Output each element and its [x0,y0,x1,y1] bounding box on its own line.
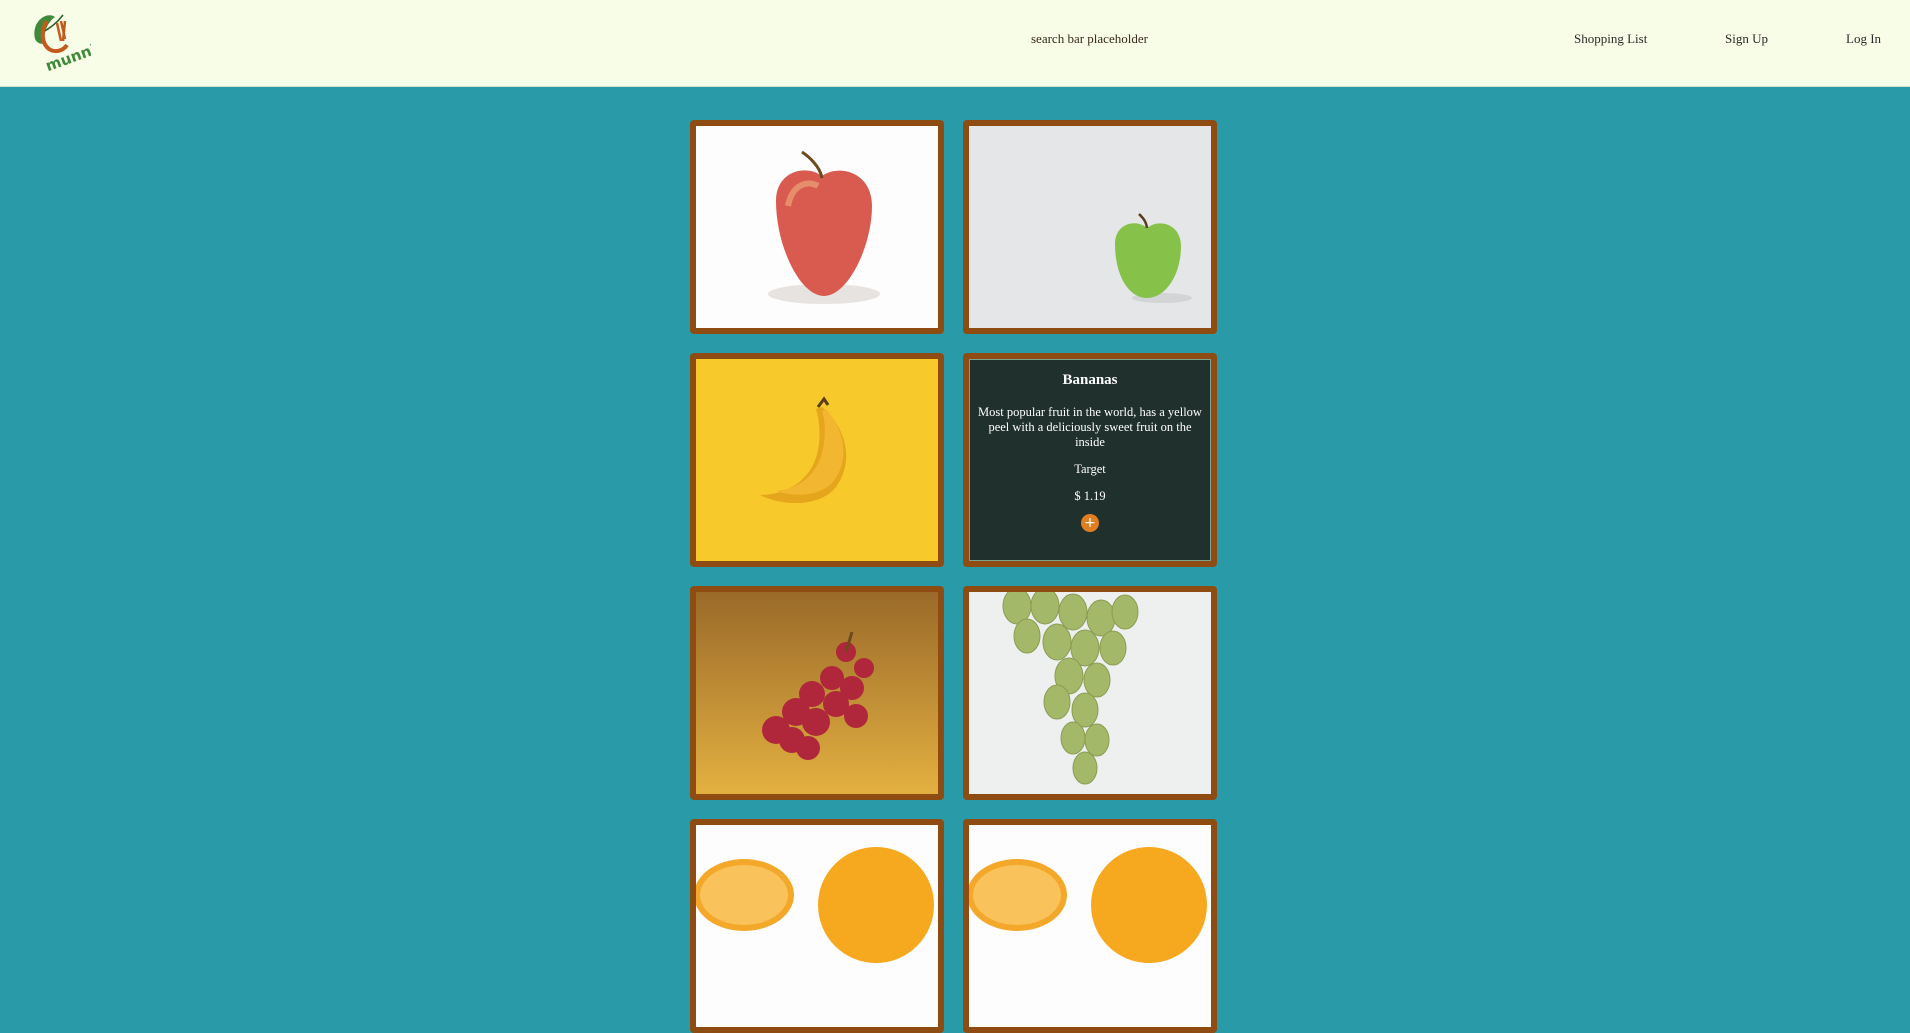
product-card[interactable] [690,120,944,334]
product-card[interactable] [963,120,1217,334]
green-apple-image [969,126,1211,328]
product-card[interactable] [963,586,1217,800]
green-grapes-image [969,592,1211,794]
bananas-image [696,359,938,561]
product-card[interactable]: Bananas Most popular fruit in the world,… [963,353,1217,567]
product-card[interactable] [690,819,944,1033]
top-header: munni search bar placeholder Shopping Li… [0,0,1910,87]
add-to-list-button[interactable]: + [1081,514,1099,532]
red-grapes-image [696,592,938,794]
product-price: $ 1.19 [1074,489,1106,503]
product-store: Target [1074,462,1106,476]
orange-image [969,825,1211,1027]
red-apple-image [696,126,938,328]
orange-image [696,825,938,1027]
nav-shopping-list[interactable]: Shopping List [1574,31,1647,47]
product-description: Most popular fruit in the world, has a y… [978,405,1202,449]
munni-logo[interactable]: munni [27,9,99,75]
product-card[interactable] [690,586,944,800]
product-name: Bananas [1062,372,1118,388]
nav-log-in[interactable]: Log In [1846,31,1881,47]
product-card[interactable] [690,353,944,567]
product-card[interactable] [963,819,1217,1033]
search-bar[interactable]: search bar placeholder [1031,31,1148,47]
nav-sign-up[interactable]: Sign Up [1725,31,1768,47]
logo-text: munni [43,40,91,71]
product-detail: Bananas Most popular fruit in the world,… [969,359,1211,561]
